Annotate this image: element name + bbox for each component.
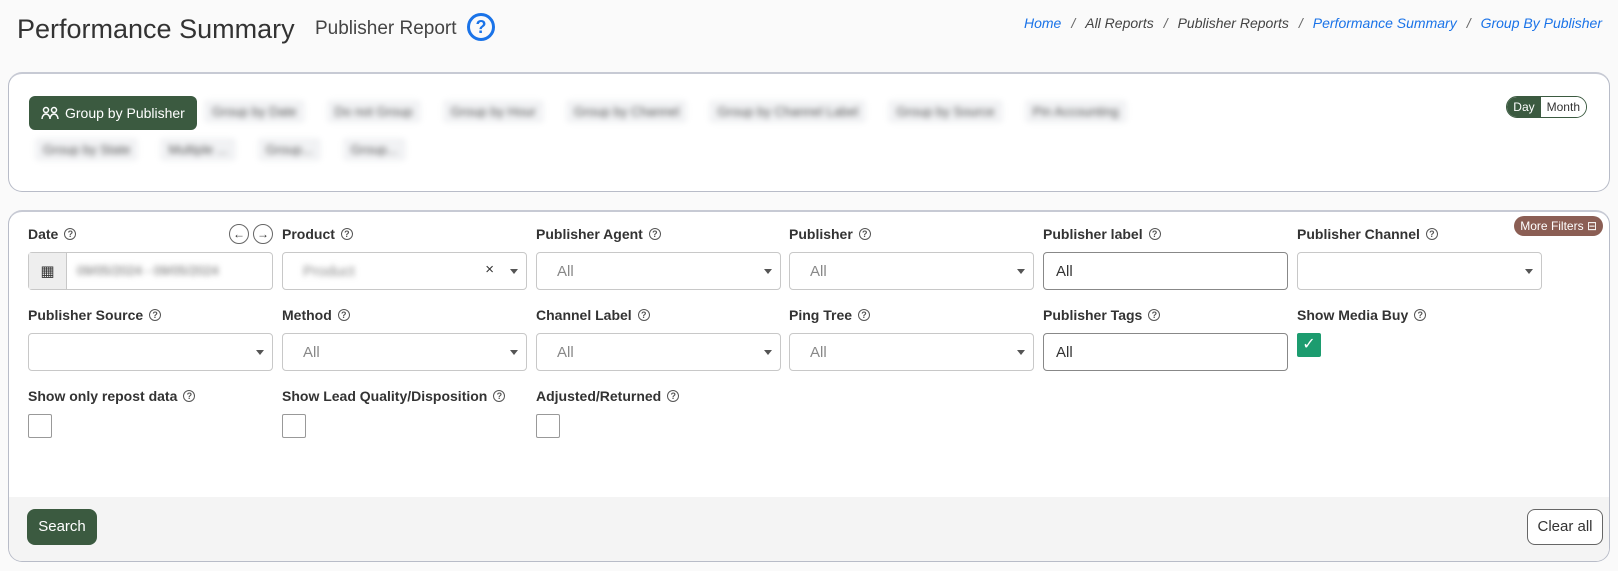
channel-label-filter: Channel Label? All [536, 307, 781, 371]
product-filter: Product? Product × [282, 226, 527, 290]
group-option[interactable]: Do not Group [326, 100, 421, 123]
page-title: Performance Summary [17, 14, 295, 44]
publisher-tags-filter: Publisher Tags? All [1043, 307, 1288, 371]
show-repost-checkbox[interactable] [28, 414, 52, 438]
help-icon[interactable]: ? [1148, 309, 1161, 321]
chevron-down-icon [1017, 350, 1025, 355]
help-icon[interactable]: ? [1425, 228, 1438, 240]
month-toggle[interactable]: Month [1540, 97, 1586, 117]
breadcrumb-performance-summary[interactable]: Performance Summary [1313, 15, 1457, 31]
grouping-options-row-2: Group by State Multiple ... Group... Gro… [35, 138, 406, 161]
publisher-select[interactable]: All [789, 252, 1034, 290]
group-option[interactable]: Group by Channel [565, 100, 688, 123]
publisher-source-filter: Publisher Source? [28, 307, 273, 371]
page-header: Performance Summary Publisher Report ? H… [0, 0, 1618, 66]
users-icon [41, 106, 59, 120]
help-icon[interactable]: ? [337, 309, 350, 321]
clear-all-button[interactable]: Clear all [1527, 509, 1603, 545]
publisher-source-select[interactable] [28, 333, 273, 371]
clear-icon[interactable]: × [485, 261, 494, 278]
chevron-down-icon [510, 350, 518, 355]
calendar-icon: ▦ [29, 253, 67, 289]
group-option[interactable]: Group by Date [204, 100, 305, 123]
breadcrumb: Home / All Reports / Publisher Reports /… [1023, 15, 1602, 31]
day-toggle[interactable]: Day [1507, 97, 1541, 117]
chevron-down-icon [256, 350, 264, 355]
publisher-label-filter: Publisher label? All [1043, 226, 1288, 290]
help-icon[interactable]: ? [149, 309, 162, 321]
group-option[interactable]: Group... [342, 138, 406, 161]
help-icon[interactable]: ? [1414, 309, 1427, 321]
help-icon[interactable]: ? [858, 309, 871, 321]
filters-card: More Filters ⊟ Date? ← → ▦ 09/05/2024 - … [8, 210, 1610, 562]
method-select[interactable]: All [282, 333, 527, 371]
show-media-buy-filter: Show Media Buy? ✓ [1297, 307, 1427, 357]
help-icon[interactable]: ? [64, 228, 77, 240]
help-icon[interactable]: ? [648, 228, 661, 240]
ping-tree-filter: Ping Tree? All [789, 307, 1034, 371]
check-icon: ✓ [1302, 336, 1316, 353]
group-by-publisher-button[interactable]: Group by Publisher [29, 96, 197, 130]
method-filter: Method? All [282, 307, 527, 371]
show-lead-quality-checkbox[interactable] [282, 414, 306, 438]
chevron-down-icon [1525, 269, 1533, 274]
help-icon[interactable]: ? [340, 228, 353, 240]
chevron-down-icon [764, 269, 772, 274]
date-range-input[interactable]: ▦ 09/05/2024 - 09/05/2024 [28, 252, 273, 290]
show-lead-quality-filter: Show Lead Quality/Disposition? [282, 388, 506, 438]
group-option[interactable]: Group by State [35, 138, 139, 161]
group-option[interactable]: Multiple ... [160, 138, 236, 161]
chevron-down-icon [764, 350, 772, 355]
breadcrumb-group-by-publisher[interactable]: Group By Publisher [1481, 15, 1602, 31]
breadcrumb-home[interactable]: Home [1024, 15, 1061, 31]
arrow-right-icon[interactable]: → [253, 224, 273, 244]
search-button[interactable]: Search [27, 509, 97, 545]
arrow-left-icon[interactable]: ← [229, 224, 249, 244]
date-filter: Date? ← → ▦ 09/05/2024 - 09/05/2024 [28, 224, 273, 290]
grouping-card: Group by Publisher Group by Date Do not … [8, 72, 1610, 192]
adjusted-returned-checkbox[interactable] [536, 414, 560, 438]
group-option[interactable]: Group by Channel Label [709, 100, 867, 123]
help-icon[interactable]: ? [493, 390, 506, 402]
help-icon[interactable]: ? [467, 13, 495, 41]
help-icon[interactable]: ? [667, 390, 680, 402]
channel-label-select[interactable]: All [536, 333, 781, 371]
group-option[interactable]: Group by Hour [442, 100, 544, 123]
chevron-down-icon [510, 269, 518, 274]
ping-tree-select[interactable]: All [789, 333, 1034, 371]
publisher-tags-input[interactable]: All [1043, 333, 1288, 371]
help-icon[interactable]: ? [183, 390, 196, 402]
publisher-channel-filter: Publisher Channel? [1297, 226, 1542, 290]
chevron-down-icon [1017, 269, 1025, 274]
adjusted-returned-filter: Adjusted/Returned? [536, 388, 680, 438]
help-icon[interactable]: ? [637, 309, 650, 321]
group-option[interactable]: Pin Accounting [1024, 100, 1127, 123]
group-option[interactable]: Group... [257, 138, 321, 161]
publisher-agent-select[interactable]: All [536, 252, 781, 290]
help-icon[interactable]: ? [1148, 228, 1161, 240]
group-option[interactable]: Group by Source [888, 100, 1003, 123]
period-toggle: Day Month [1506, 96, 1587, 118]
product-select[interactable]: Product × [282, 252, 527, 290]
breadcrumb-all-reports: All Reports [1085, 15, 1154, 31]
publisher-agent-filter: Publisher Agent? All [536, 226, 781, 290]
help-icon[interactable]: ? [858, 228, 871, 240]
show-media-buy-checkbox[interactable]: ✓ [1297, 333, 1321, 357]
grouping-options-row-1: Group by Date Do not Group Group by Hour… [204, 100, 1127, 123]
publisher-channel-select[interactable] [1297, 252, 1542, 290]
publisher-label-input[interactable]: All [1043, 252, 1288, 290]
publisher-filter: Publisher? All [789, 226, 1034, 290]
filters-footer: Search Clear all [9, 497, 1609, 561]
breadcrumb-publisher-reports: Publisher Reports [1177, 15, 1289, 31]
show-repost-filter: Show only repost data? [28, 388, 196, 438]
group-by-publisher-label: Group by Publisher [65, 105, 185, 121]
page-subtitle: Publisher Report [315, 18, 457, 39]
